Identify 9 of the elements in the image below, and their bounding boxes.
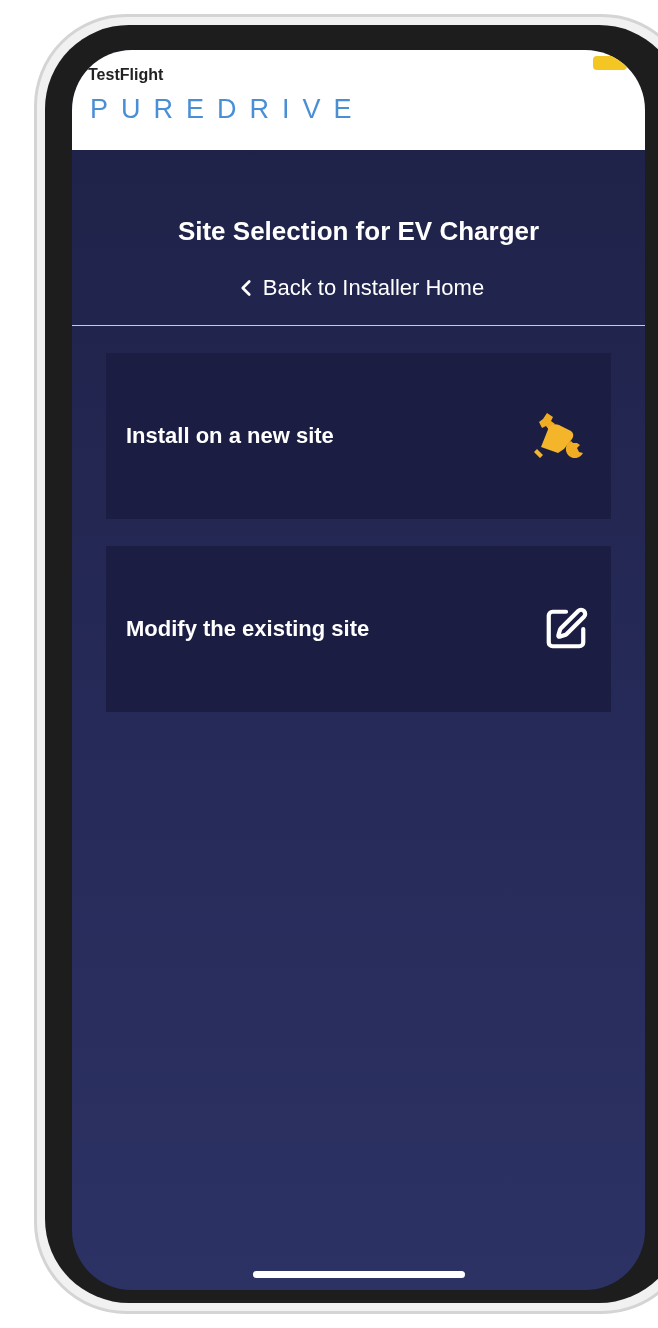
brand-logo: PUREDRIVE [89,93,366,125]
option-label: Install on a new site [126,423,334,449]
page-title: Site Selection for EV Charger [176,216,541,247]
option-card[interactable]: Install on a new site [106,353,611,519]
option-card[interactable]: Modify the existing site [106,546,611,712]
option-label: Modify the existing site [126,616,370,642]
battery-icon [593,56,627,70]
back-link[interactable]: Back to Installer Home [232,275,485,301]
back-to-app-link[interactable]: TestFlight [88,56,164,84]
